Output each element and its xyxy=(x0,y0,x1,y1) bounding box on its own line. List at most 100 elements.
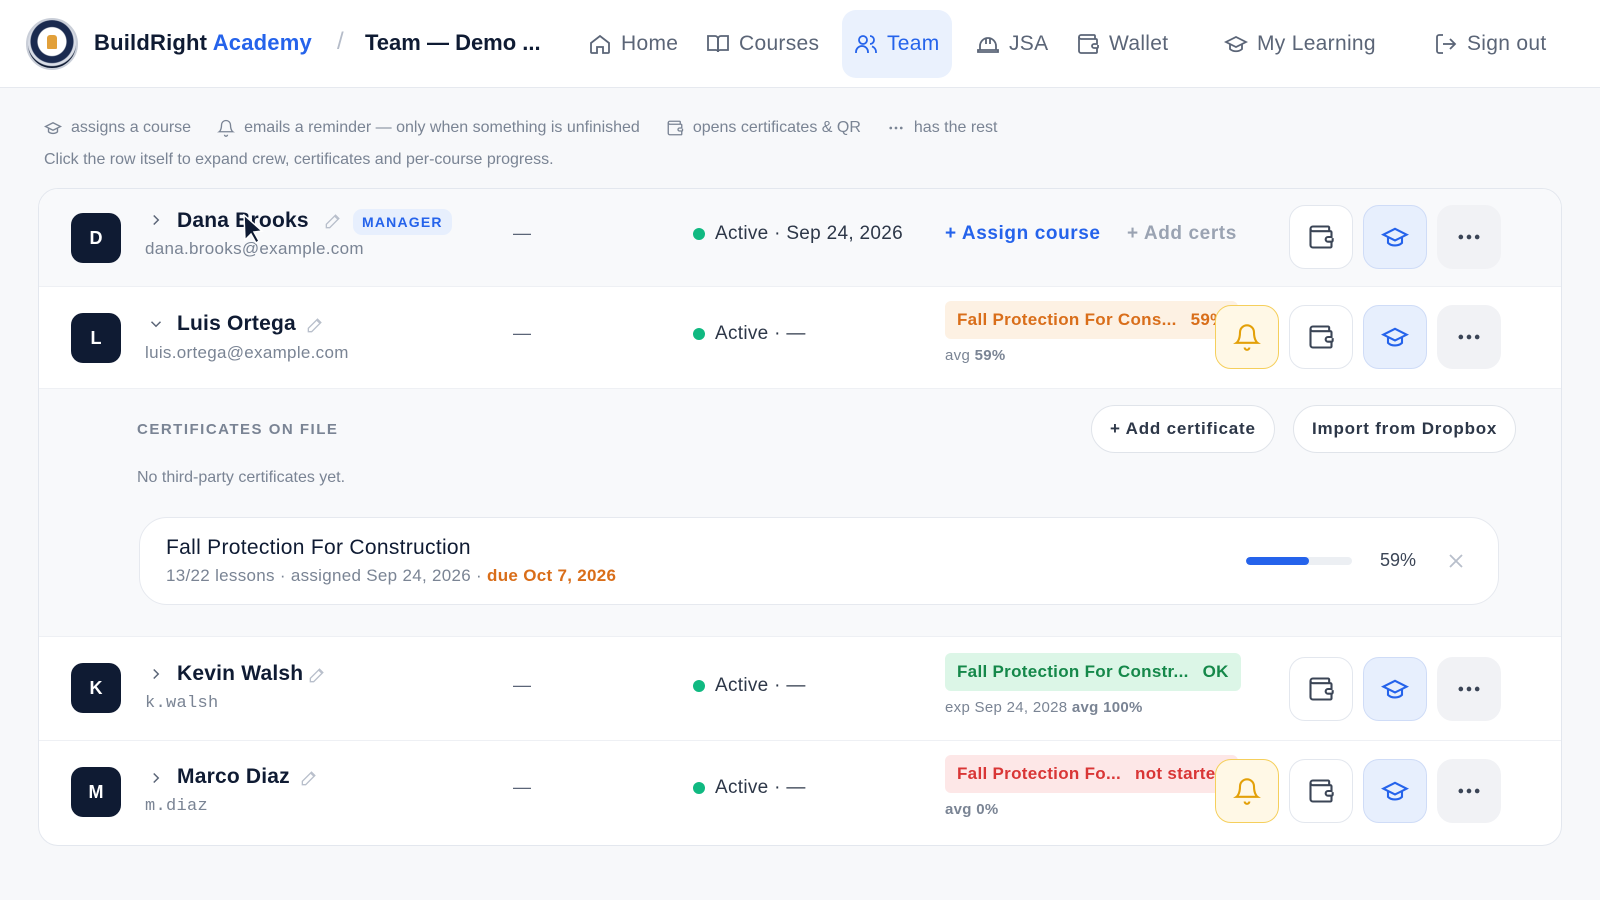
assign-course-button[interactable] xyxy=(1363,657,1427,721)
member-status: Active · Sep 24, 2026 xyxy=(693,223,903,245)
avatar: K xyxy=(71,663,121,713)
status-text: Active · — xyxy=(715,675,806,696)
nav-my-learning[interactable]: My Learning xyxy=(1212,10,1388,78)
brand-main: BuildRight xyxy=(94,30,208,55)
nav-sign-out-label: Sign out xyxy=(1467,32,1547,55)
assign-course-button[interactable] xyxy=(1363,759,1427,823)
certificate-expiry: exp Sep 24, 2028 xyxy=(945,699,1068,716)
member-crew: — xyxy=(513,675,531,695)
brand-name[interactable]: BuildRight Academy xyxy=(94,30,312,56)
nav-team[interactable]: Team xyxy=(842,10,952,78)
course-pill-value: not started xyxy=(1135,764,1227,783)
nav-wallet[interactable]: Wallet xyxy=(1064,10,1180,78)
average-value: 100% xyxy=(1103,699,1143,716)
more-actions-button[interactable] xyxy=(1437,759,1501,823)
member-status: Active · — xyxy=(693,675,806,697)
academy-logo[interactable] xyxy=(26,18,78,70)
member-email: luis.ortega@example.com xyxy=(145,343,349,362)
import-dropbox-button[interactable]: Import from Dropbox xyxy=(1293,405,1517,453)
table-row-luis-ortega[interactable]: L Luis Ortega luis.ortega@example.com — … xyxy=(39,287,1561,389)
graduation-cap-icon xyxy=(1381,227,1409,247)
brand-accent: Academy xyxy=(212,30,312,55)
nav-courses[interactable]: Courses xyxy=(694,10,831,78)
certificates-button[interactable] xyxy=(1289,759,1353,823)
legend-more: has the rest xyxy=(887,119,998,137)
nav-sign-out[interactable]: Sign out xyxy=(1422,10,1558,78)
wallet-icon xyxy=(1309,779,1334,803)
role-badge: MANAGER xyxy=(353,209,452,235)
table-row-kevin-walsh[interactable]: K Kevin Walsh k.walsh — Active · — Fall … xyxy=(39,637,1561,741)
more-horizontal-icon xyxy=(1458,686,1480,692)
assign-course-button[interactable] xyxy=(1363,305,1427,369)
chevron-down-icon[interactable] xyxy=(147,315,165,333)
nav-courses-label: Courses xyxy=(739,32,820,55)
course-pill-value: OK xyxy=(1202,662,1229,681)
graduation-cap-icon xyxy=(1381,327,1409,347)
legend-assign: assigns a course xyxy=(44,119,191,137)
nav-jsa[interactable]: JSA xyxy=(964,10,1060,78)
close-icon[interactable] xyxy=(1448,553,1464,569)
expanded-member-details: CERTIFICATES ON FILE + Add certificate I… xyxy=(39,389,1561,637)
more-horizontal-icon xyxy=(1458,334,1480,340)
edit-pencil-icon[interactable] xyxy=(323,211,343,231)
certificates-button[interactable] xyxy=(1289,305,1353,369)
chevron-right-icon[interactable] xyxy=(147,769,165,787)
add-certs-link[interactable]: + Add certs xyxy=(1127,223,1237,245)
member-email: k.walsh xyxy=(145,694,219,713)
course-progress-pill[interactable]: Fall Protection Fo... not started xyxy=(945,755,1239,793)
certificates-heading: CERTIFICATES ON FILE xyxy=(137,421,339,438)
certificates-button[interactable] xyxy=(1289,205,1353,269)
course-progress-pill[interactable]: Fall Protection For Cons... 59% xyxy=(945,301,1238,339)
status-text: Active · Sep 24, 2026 xyxy=(715,223,903,244)
average-label: avg xyxy=(945,801,972,818)
more-actions-button[interactable] xyxy=(1437,657,1501,721)
wallet-icon xyxy=(1309,677,1334,701)
average-value: 0% xyxy=(976,801,999,818)
edit-pencil-icon[interactable] xyxy=(299,768,319,788)
member-name: Kevin Walsh xyxy=(177,662,304,685)
avatar: D xyxy=(71,213,121,263)
member-email: m.diaz xyxy=(145,797,209,816)
certificates-button[interactable] xyxy=(1289,657,1353,721)
hardhat-icon xyxy=(977,37,999,53)
course-meta: 13/22 lessons · assigned Sep 24, 2026 · … xyxy=(166,566,616,586)
status-dot xyxy=(693,782,705,794)
average-value: 59% xyxy=(974,347,1006,364)
status-text: Active · — xyxy=(715,777,806,798)
course-progress-percent: 59% xyxy=(1380,550,1417,570)
bell-icon xyxy=(1233,778,1261,805)
sign-out-icon xyxy=(1436,34,1457,54)
edit-pencil-icon[interactable] xyxy=(307,665,327,685)
course-progress-card: Fall Protection For Construction 13/22 l… xyxy=(139,517,1499,605)
avatar: L xyxy=(71,313,121,363)
chevron-right-icon[interactable] xyxy=(147,211,165,229)
more-actions-button[interactable] xyxy=(1437,305,1501,369)
avatar: M xyxy=(71,767,121,817)
graduation-cap-icon xyxy=(1381,679,1409,699)
table-row-dana-brooks[interactable]: D Dana Brooks MANAGER dana.brooks@exampl… xyxy=(39,189,1561,287)
more-horizontal-icon xyxy=(1458,234,1480,240)
more-horizontal-icon xyxy=(1458,788,1480,794)
wallet-icon xyxy=(1309,225,1334,249)
mouse-cursor-icon xyxy=(243,214,264,244)
member-status: Active · — xyxy=(693,777,806,799)
send-reminder-button[interactable] xyxy=(1215,759,1279,823)
breadcrumb-current: Team — Demo ... xyxy=(365,30,541,55)
more-actions-button[interactable] xyxy=(1437,205,1501,269)
nav-home[interactable]: Home xyxy=(576,10,690,78)
course-pill-name: Fall Protection For Cons... xyxy=(957,310,1177,329)
assign-course-link[interactable]: + Assign course xyxy=(945,223,1101,245)
add-certificate-button[interactable]: + Add certificate xyxy=(1091,405,1275,453)
average-label: avg xyxy=(945,347,971,364)
course-title: Fall Protection For Construction xyxy=(166,536,471,559)
chevron-right-icon[interactable] xyxy=(147,665,165,683)
course-progress-pill[interactable]: Fall Protection For Constr... OK xyxy=(945,653,1241,691)
send-reminder-button[interactable] xyxy=(1215,305,1279,369)
edit-pencil-icon[interactable] xyxy=(305,315,325,335)
status-dot xyxy=(693,680,705,692)
expiry-and-average: exp Sep 24, 2028 avg 100% xyxy=(945,699,1143,716)
table-row-marco-diaz[interactable]: M Marco Diaz m.diaz — Active · — Fall Pr… xyxy=(39,741,1561,845)
legend-assign-text: assigns a course xyxy=(71,119,192,136)
breadcrumb-separator: / xyxy=(337,28,344,55)
assign-course-button[interactable] xyxy=(1363,205,1427,269)
